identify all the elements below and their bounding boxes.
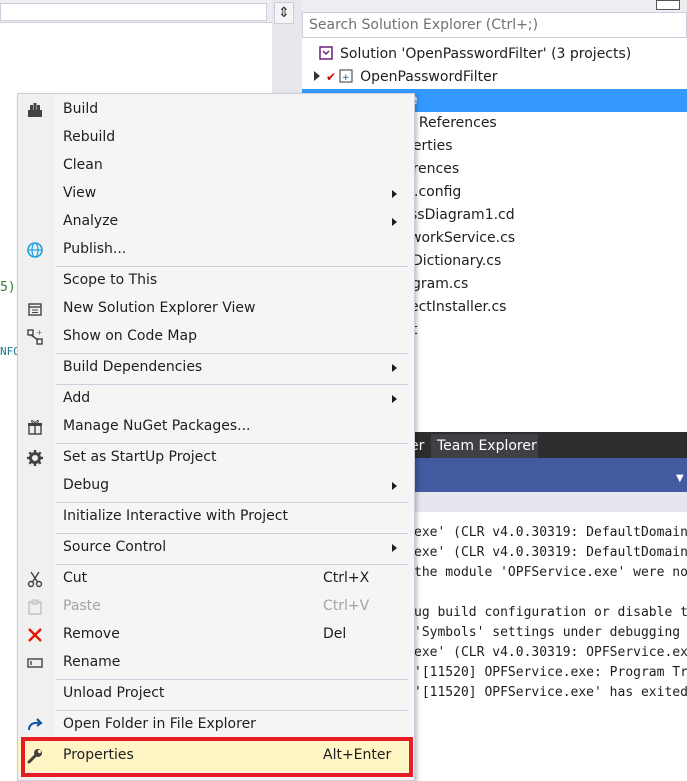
menu-item-rebuild[interactable]: Rebuild [18, 124, 414, 152]
tree-item-project-installer[interactable]: ectInstaller.cs [410, 296, 506, 319]
menu-item-source-control[interactable]: Source Control [18, 534, 414, 562]
menu-item-build[interactable]: Build [18, 96, 414, 124]
menu-item-analyze[interactable]: Analyze [18, 208, 414, 236]
menu-item-initialize-interactive[interactable]: Initialize Interactive with Project [18, 503, 414, 531]
checkmark-icon: ✔ [326, 70, 337, 84]
split-icon[interactable]: ⇕ [274, 2, 294, 24]
tree-item-solution[interactable]: Solution 'OpenPasswordFilter' (3 project… [318, 43, 631, 66]
paste-icon [28, 599, 42, 615]
shortcut-label: Ctrl+V [323, 598, 370, 614]
svg-text:+: + [342, 73, 350, 83]
menu-item-publish[interactable]: Publish... [18, 236, 414, 264]
expand-arrow-icon[interactable] [314, 71, 320, 81]
output-line: ug build configuration or disable t [414, 605, 687, 620]
gear-icon [27, 450, 43, 466]
refresh-arrow-icon [28, 718, 43, 731]
tree-item-network-service[interactable]: workService.cs [410, 227, 515, 250]
menu-item-open-folder[interactable]: Open Folder in File Explorer [18, 711, 414, 739]
submenu-arrow-icon [392, 364, 397, 372]
remove-icon [28, 628, 42, 642]
menu-item-set-startup-project[interactable]: Set as StartUp Project [18, 444, 414, 472]
submenu-arrow-icon [392, 218, 397, 226]
highlight-box [21, 737, 413, 777]
toolbar-button[interactable] [656, 0, 680, 10]
rename-icon [27, 658, 43, 668]
menu-item-remove[interactable]: Remove Del [18, 621, 414, 649]
menu-item-scope-to-this[interactable]: Scope to This [18, 267, 414, 295]
editor-navigation-bar [0, 0, 272, 23]
submenu-arrow-icon [392, 190, 397, 198]
scissors-icon [27, 571, 43, 588]
menu-item-debug[interactable]: Debug [18, 472, 414, 500]
new-window-icon [28, 303, 42, 316]
menu-item-clean[interactable]: Clean [18, 152, 414, 180]
menu-item-view[interactable]: View [18, 180, 414, 208]
menu-item-paste[interactable]: Paste Ctrl+V [18, 593, 414, 621]
menu-item-manage-nuget[interactable]: Manage NuGet Packages... [18, 413, 414, 441]
globe-icon [27, 242, 43, 258]
menu-item-add[interactable]: Add [18, 385, 414, 413]
menu-item-unload-project[interactable]: Unload Project [18, 680, 414, 708]
menu-item-rename[interactable]: Rename [18, 649, 414, 677]
menu-item-cut[interactable]: Cut Ctrl+X [18, 565, 414, 593]
shortcut-label: Del [323, 626, 347, 642]
code-fragment: 5) [0, 280, 16, 295]
shortcut-label: Ctrl+X [323, 570, 370, 586]
output-line: the module 'OPFService.exe' were no [414, 565, 687, 580]
navigation-dropdown[interactable] [0, 3, 267, 21]
build-icon [28, 103, 42, 117]
tree-item-openpasswordfilter[interactable]: ✔ + OpenPasswordFilter [314, 66, 498, 89]
menu-item-build-dependencies[interactable]: Build Dependencies [18, 354, 414, 382]
tree-item-dictionary[interactable]: Dictionary.cs [412, 250, 501, 273]
tree-item-class-diagram[interactable]: ssDiagram1.cd [410, 204, 515, 227]
tree-item-program[interactable]: gram.cs [412, 273, 468, 296]
code-map-icon: + [27, 328, 43, 345]
output-line: exe' (CLR v4.0.30319: OPFService.ex [414, 645, 687, 660]
nuget-icon [28, 420, 42, 435]
search-placeholder: Search Solution Explorer (Ctrl+;) [309, 17, 539, 33]
submenu-arrow-icon [392, 544, 397, 552]
output-line: '[11520] OPFService.exe: Program Tr [414, 665, 687, 680]
chevron-down-icon[interactable]: ▼ [676, 473, 684, 484]
solution-explorer-toolbar [302, 0, 687, 12]
submenu-arrow-icon [392, 395, 397, 403]
svg-text:+: + [36, 328, 43, 337]
solution-explorer-search-input[interactable]: Search Solution Explorer (Ctrl+;) [302, 12, 687, 38]
output-line: '[11520] OPFService.exe' has exited [414, 685, 687, 700]
tab-team-explorer[interactable]: Team Explorer [431, 434, 538, 458]
output-line: 'Symbols' settings under debugging [414, 625, 681, 640]
output-line: exe' (CLR v4.0.30319: DefaultDomain [414, 525, 687, 540]
submenu-arrow-icon [392, 482, 397, 490]
cpp-project-icon: + [339, 69, 353, 83]
solution-icon [319, 46, 333, 60]
tree-item-config[interactable]: .config [414, 181, 461, 204]
menu-item-new-solution-explorer-view[interactable]: New Solution Explorer View [18, 295, 414, 323]
output-line: exe' (CLR v4.0.30319: DefaultDomain [414, 545, 687, 560]
menu-item-show-on-code-map[interactable]: + Show on Code Map [18, 323, 414, 351]
